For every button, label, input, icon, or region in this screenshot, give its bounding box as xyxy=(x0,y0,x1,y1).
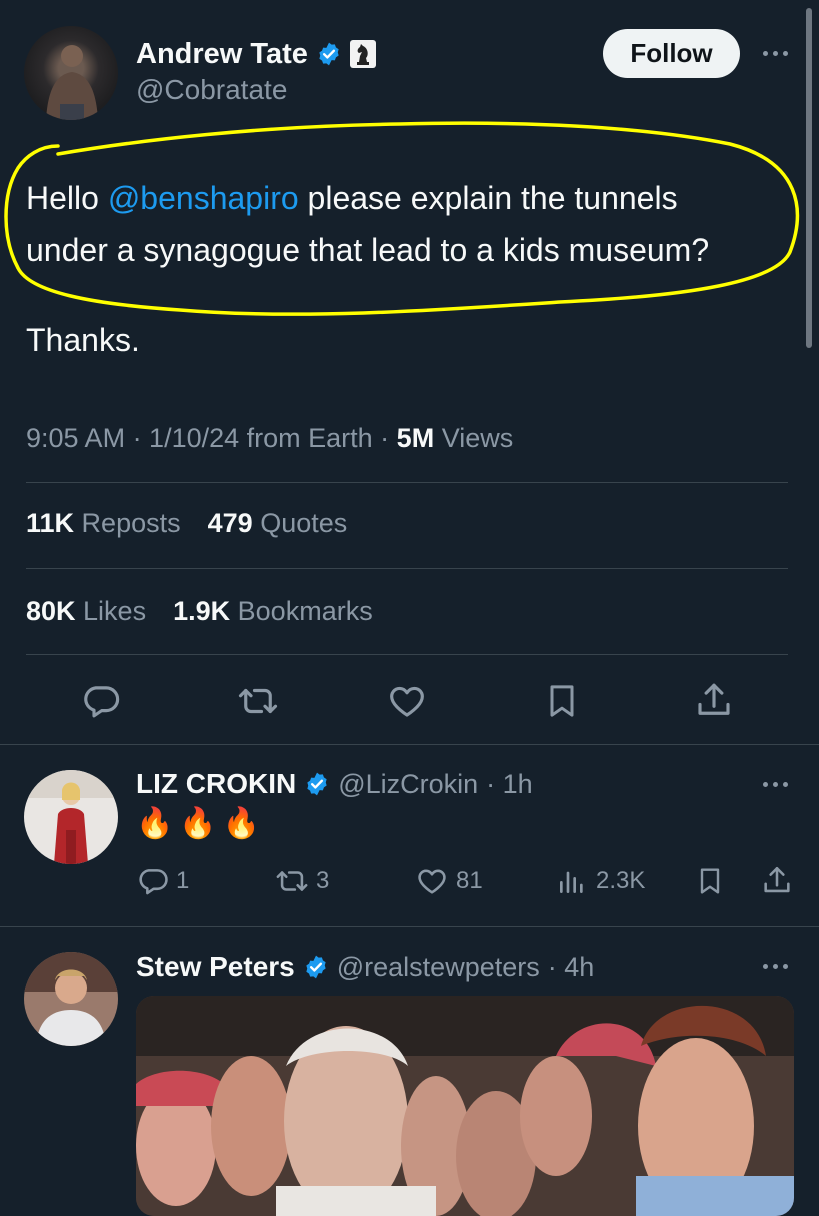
divider xyxy=(26,654,788,655)
follow-button[interactable]: Follow xyxy=(603,29,740,78)
tweet-text-thanks: Thanks. xyxy=(26,322,140,358)
reply-icon xyxy=(136,864,170,898)
reply-author-handle[interactable]: @realstewpeters xyxy=(337,952,540,983)
reply-author-name[interactable]: LIZ CROKIN xyxy=(136,768,296,800)
share-icon[interactable] xyxy=(693,680,735,722)
reposts-count: 11K xyxy=(26,508,75,538)
divider xyxy=(26,482,788,483)
tweet-text-intro: Hello xyxy=(26,180,108,216)
tweet-text: Hello @benshapiro please explain the tun… xyxy=(26,172,709,276)
more-options-icon[interactable] xyxy=(763,964,788,969)
bookmark-icon[interactable] xyxy=(694,864,726,898)
bookmark-icon[interactable] xyxy=(542,680,582,722)
reply-action-like[interactable]: 81 xyxy=(414,864,483,898)
reposts-label: Reposts xyxy=(74,508,181,538)
more-options-icon[interactable] xyxy=(763,51,788,56)
reply-action-repost[interactable]: 3 xyxy=(274,864,329,898)
reply-avatar[interactable] xyxy=(24,952,118,1046)
divider xyxy=(0,926,819,927)
like-icon xyxy=(414,864,450,898)
reply-count: 1 xyxy=(176,867,190,894)
reply-time[interactable]: · 1h xyxy=(486,769,533,800)
repost-icon xyxy=(274,864,310,898)
repost-stats[interactable]: 11K Reposts 479 Quotes xyxy=(26,508,347,539)
analytics-icon xyxy=(556,864,588,898)
quotes-label: Quotes xyxy=(252,508,348,538)
reply-action-reply[interactable]: 1 xyxy=(136,864,189,898)
like-stats[interactable]: 80K Likes 1.9K Bookmarks xyxy=(26,596,373,627)
like-icon[interactable] xyxy=(386,680,428,722)
like-count: 81 xyxy=(456,867,483,894)
quotes-count: 479 xyxy=(207,508,253,538)
repost-count: 3 xyxy=(316,867,330,894)
author-handle[interactable]: @Cobratate xyxy=(136,74,287,106)
share-icon[interactable] xyxy=(760,864,794,898)
verified-badge-icon xyxy=(303,954,329,980)
reply-text: 🔥🔥🔥 xyxy=(136,807,267,840)
views-count: 5M xyxy=(396,423,435,453)
divider xyxy=(0,744,819,745)
tweet-text-line2: under a synagogue that lead to a kids mu… xyxy=(26,232,710,268)
likes-label: Likes xyxy=(75,596,147,626)
reply-action-views[interactable]: 2.3K xyxy=(556,864,645,898)
verified-badge-icon xyxy=(316,41,342,67)
reply-author-name[interactable]: Stew Peters xyxy=(136,951,295,983)
author-name[interactable]: Andrew Tate xyxy=(136,38,308,71)
tweet-text-line1-rest: please explain the tunnels xyxy=(298,180,678,216)
reply-avatar[interactable] xyxy=(24,770,118,864)
divider xyxy=(26,568,788,569)
reply-media-image[interactable] xyxy=(136,996,794,1216)
reply-time[interactable]: · 4h xyxy=(548,952,595,983)
tweet-meta: 9:05 AM · 1/10/24 from Earth · 5M Views xyxy=(26,423,513,454)
bookmarks-label: Bookmarks xyxy=(230,596,373,626)
reply-icon[interactable] xyxy=(80,680,122,722)
view-count: 2.3K xyxy=(596,867,646,894)
repost-icon[interactable] xyxy=(236,680,280,722)
mention-link[interactable]: @benshapiro xyxy=(108,180,299,216)
reply-author-handle[interactable]: @LizCrokin xyxy=(338,769,478,800)
tweet-timestamp[interactable]: 9:05 AM · 1/10/24 from Earth · xyxy=(26,423,397,453)
author-avatar[interactable] xyxy=(24,26,118,120)
verified-badge-icon xyxy=(304,771,330,797)
more-options-icon[interactable] xyxy=(763,782,788,787)
views-label: Views xyxy=(434,423,514,453)
affiliate-badge-icon xyxy=(349,40,376,68)
likes-count: 80K xyxy=(26,596,76,626)
follow-button-label: Follow xyxy=(630,38,713,68)
bookmarks-count: 1.9K xyxy=(173,596,231,626)
